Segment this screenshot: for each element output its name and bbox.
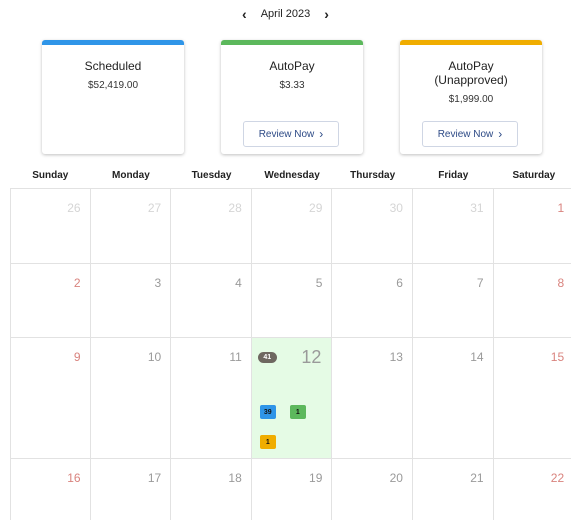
calendar-day[interactable]: 19	[252, 459, 333, 520]
calendar-day[interactable]: 21	[413, 459, 494, 520]
review-now-button[interactable]: Review Now ›	[243, 121, 339, 147]
unapproved-count-badge[interactable]: 1	[259, 435, 276, 449]
calendar-day-today[interactable]: 41 12 39 1 1	[251, 338, 333, 458]
autopay-unapproved-card: AutoPay (Unapproved) $1,999.00 Review No…	[400, 40, 542, 154]
calendar-day[interactable]: 11	[171, 338, 252, 458]
card-color-bar	[400, 40, 542, 45]
calendar-week: 16 17 18 19 20 21 22	[10, 459, 571, 520]
calendar-week: 2 3 4 5 6 7 8	[10, 264, 571, 338]
review-now-label: Review Now	[258, 128, 315, 140]
card-amount: $52,419.00	[87, 80, 139, 91]
weekday-wednesday: Wednesday	[264, 170, 320, 181]
autopay-card: AutoPay $3.33 Review Now ›	[221, 40, 363, 154]
calendar-day[interactable]: 9	[10, 338, 91, 458]
total-count-pill[interactable]: 41	[257, 352, 277, 363]
day-number: 18	[228, 471, 242, 485]
day-number: 13	[389, 350, 403, 364]
card-title: AutoPay (Unapproved)	[434, 59, 508, 87]
day-number: 19	[309, 471, 323, 485]
day-number: 20	[389, 471, 403, 485]
calendar-day[interactable]: 26	[10, 189, 91, 263]
calendar-day[interactable]: 15	[494, 338, 571, 458]
day-number: 7	[476, 276, 484, 290]
card-color-bar	[221, 40, 363, 45]
day-number: 8	[557, 276, 565, 290]
calendar-grid: 26 27 28 29 30 31 1 2 3 4 5 6 7 8 9 10 1…	[10, 188, 571, 520]
chevron-left-icon[interactable]: ‹	[242, 6, 247, 22]
calendar-day[interactable]: 22	[494, 459, 571, 520]
card-title: AutoPay	[269, 59, 315, 73]
scheduled-count-badge[interactable]: 39	[259, 405, 276, 419]
calendar-week: 26 27 28 29 30 31 1	[10, 188, 571, 264]
day-number: 22	[550, 471, 565, 485]
calendar-day[interactable]: 2	[10, 264, 91, 337]
calendar-day[interactable]: 1	[494, 189, 571, 263]
calendar-day[interactable]: 20	[332, 459, 413, 520]
calendar-day[interactable]: 17	[91, 459, 172, 520]
weekday-friday: Friday	[438, 170, 469, 181]
chevron-right-icon: ›	[498, 127, 503, 141]
day-number: 10	[147, 350, 162, 364]
card-color-bar	[42, 40, 184, 45]
calendar-day[interactable]: 29	[252, 189, 333, 263]
calendar-day[interactable]: 6	[332, 264, 413, 337]
day-number: 11	[229, 350, 242, 364]
calendar-day[interactable]: 8	[494, 264, 571, 337]
card-title: Scheduled	[84, 59, 142, 73]
calendar-day[interactable]: 27	[91, 189, 172, 263]
weekday-thursday: Thursday	[350, 170, 396, 181]
day-number: 14	[470, 350, 484, 364]
calendar-day[interactable]: 5	[252, 264, 333, 337]
day-number: 5	[315, 276, 323, 290]
day-number: 16	[67, 471, 81, 485]
day-number: 6	[396, 276, 403, 290]
month-label: April 2023	[260, 8, 311, 20]
calendar-week: 9 10 11 41 12 39 1 1 13 14 15	[10, 338, 571, 459]
day-number: 30	[389, 201, 403, 215]
calendar-day[interactable]: 28	[171, 189, 252, 263]
calendar-day[interactable]: 31	[413, 189, 494, 263]
day-number: 27	[147, 201, 162, 215]
day-number: 4	[235, 276, 242, 290]
calendar-day[interactable]: 4	[171, 264, 252, 337]
day-number: 12	[301, 347, 322, 367]
month-navigation: ‹ April 2023 ›	[0, 6, 571, 22]
day-number: 29	[309, 201, 323, 215]
weekday-sunday: Sunday	[32, 170, 69, 181]
day-number: 2	[73, 276, 81, 290]
scheduled-card: Scheduled $52,419.00	[42, 40, 184, 154]
calendar-day[interactable]: 16	[10, 459, 91, 520]
weekday-tuesday: Tuesday	[191, 170, 232, 181]
day-number: 1	[557, 201, 565, 215]
review-now-button[interactable]: Review Now ›	[422, 121, 518, 147]
card-amount: $1,999.00	[448, 94, 494, 105]
day-number: 9	[73, 350, 81, 364]
autopay-count-badge[interactable]: 1	[289, 405, 306, 419]
day-number: 26	[67, 201, 81, 215]
day-number: 17	[147, 471, 162, 485]
day-number: 21	[470, 471, 484, 485]
weekday-saturday: Saturday	[512, 170, 556, 181]
calendar-day[interactable]: 30	[332, 189, 413, 263]
calendar-day[interactable]: 10	[91, 338, 172, 458]
card-amount: $3.33	[279, 80, 305, 91]
calendar-day[interactable]: 14	[413, 338, 494, 458]
day-number: 15	[550, 350, 565, 364]
chevron-right-icon: ›	[319, 127, 324, 141]
calendar-day[interactable]: 13	[332, 338, 413, 458]
calendar-day[interactable]: 7	[413, 264, 494, 337]
day-number: 3	[154, 276, 162, 290]
chevron-right-icon[interactable]: ›	[324, 6, 329, 22]
day-number: 28	[228, 201, 242, 215]
review-now-label: Review Now	[437, 128, 494, 140]
calendar-day[interactable]: 18	[171, 459, 252, 520]
weekday-monday: Monday	[112, 170, 150, 181]
calendar-day[interactable]: 3	[91, 264, 172, 337]
day-number: 31	[470, 201, 484, 215]
weekday-header: Sunday Monday Tuesday Wednesday Thursday…	[10, 170, 571, 184]
